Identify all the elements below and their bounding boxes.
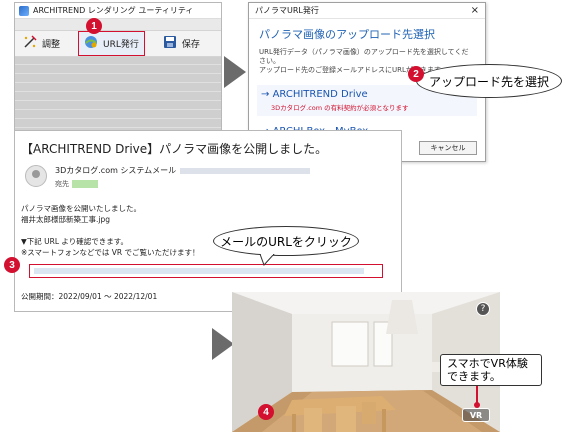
cancel-button[interactable]: キャンセル — [419, 141, 477, 155]
step-badge-2: 2 — [408, 66, 424, 82]
url-publish-icon — [84, 35, 98, 52]
save-label: 保存 — [181, 40, 200, 50]
email-period: 公開期間：2022/09/01 〜 2022/12/01 — [21, 292, 158, 301]
dialog-title: パノラマURL発行 — [255, 6, 319, 15]
flow-arrow-2 — [212, 328, 234, 360]
email-subject: 【ARCHITREND Drive】パノラマ画像を公開しました。 — [21, 142, 328, 156]
step-badge-1: 1 — [86, 18, 102, 34]
callout-click-url: メールのURLをクリック — [213, 226, 359, 256]
avatar — [25, 165, 47, 187]
save-button[interactable]: 保存 — [163, 35, 200, 52]
save-icon — [163, 35, 177, 52]
step-badge-3: 3 — [4, 257, 20, 273]
callout-line: スマホでVR体験 — [447, 357, 528, 370]
email-to-label: 宛先 — [55, 180, 69, 188]
app-menu-strip — [15, 19, 221, 31]
email-header: 3Dカタログ.com システムメール 宛先 — [15, 157, 401, 189]
adjust-icon — [23, 35, 37, 52]
arrow-right-icon: → — [261, 89, 273, 100]
app-logo-icon — [19, 5, 29, 16]
option-sublabel: 3Dカタログ.com の有料契約が必須となります — [271, 104, 409, 112]
app-title: ARCHITREND レンダリング ユーティリティ — [33, 6, 194, 15]
callout-select-destination: アップロード先を選択 — [416, 64, 562, 98]
adjust-button[interactable]: 調整 — [23, 35, 60, 52]
app-grid-area — [15, 57, 221, 137]
redacted-url — [34, 268, 364, 274]
app-toolbar: 調整 URL発行 保存 — [15, 31, 221, 57]
dialog-titlebar: パノラマURL発行 × — [249, 3, 485, 19]
redacted-address — [180, 167, 311, 174]
step-badge-4: 4 — [258, 404, 274, 420]
email-body-line: 福井太郎様邸新築工事.jpg — [21, 215, 110, 224]
adjust-label: 調整 — [42, 40, 61, 50]
close-icon[interactable]: × — [471, 5, 479, 16]
url-publish-label: URL発行 — [103, 40, 139, 50]
notification-email: 【ARCHITREND Drive】パノラマ画像を公開しました。 3Dカタログ.… — [14, 130, 402, 312]
callout-line: できます。 — [447, 370, 501, 383]
rendering-utility-window: ARCHITREND レンダリング ユーティリティ 調整 URL発行 保存 — [14, 2, 222, 138]
email-sender: 3Dカタログ.com システムメール — [55, 166, 177, 175]
flow-arrow-1 — [224, 56, 246, 88]
help-icon[interactable]: ? — [476, 302, 490, 316]
url-publish-button[interactable]: URL発行 — [78, 31, 145, 56]
redacted-recipient — [72, 180, 98, 188]
callout-pointer — [259, 254, 275, 266]
callout-text: メールのURLをクリック — [220, 234, 352, 249]
email-body-line: パノラマ画像を公開いたしました。 — [21, 204, 141, 213]
option-label: ARCHITREND Drive — [272, 89, 368, 100]
email-url-link[interactable] — [29, 264, 383, 278]
callout-vr-experience: スマホでVR体験 できます。 — [440, 354, 542, 386]
app-titlebar: ARCHITREND レンダリング ユーティリティ — [15, 3, 221, 19]
dialog-desc-line: URL発行データ（パノラマ画像）のアップロード先を選択してください。 — [259, 48, 469, 65]
dialog-heading: パノラマ画像のアップロード先選択 — [259, 28, 435, 41]
callout-text: アップロード先を選択 — [428, 74, 549, 89]
callout-pointer-vr — [474, 386, 480, 408]
vr-mode-button[interactable]: VR — [462, 408, 490, 422]
